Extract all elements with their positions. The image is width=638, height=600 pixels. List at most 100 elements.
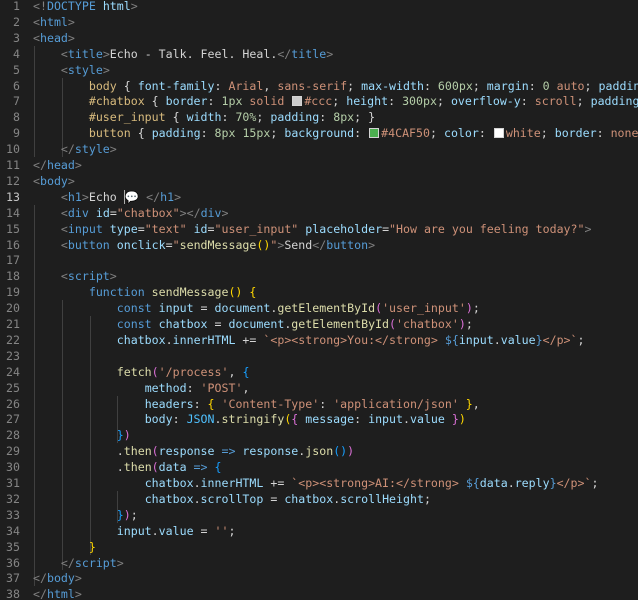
code-line[interactable]: 19 function sendMessage() { [0,284,638,300]
code-text[interactable]: body { font-family: Arial, sans-serif; m… [33,78,638,94]
code-line[interactable]: 15 <input type="text" id="user_input" pl… [0,221,638,237]
code-text[interactable]: <style> [33,62,110,78]
code-token: > [116,555,124,570]
code-text[interactable]: </body> [33,570,82,586]
code-text[interactable]: </script> [33,555,124,571]
color-swatch-icon[interactable] [292,96,303,107]
code-text[interactable]: </html> [33,586,82,600]
code-text[interactable]: .then(response => response.json()) [33,443,354,459]
code-line[interactable]: 17 [0,252,638,268]
code-text[interactable]: <script> [33,268,117,284]
code-token: ; [465,317,473,331]
code-text[interactable]: chatbox.innerHTML += `<p><strong>AI:</st… [33,475,599,491]
code-token: < [60,269,68,284]
code-text[interactable]: chatbox.innerHTML += `<p><strong>You:</s… [33,332,585,348]
code-text[interactable]: method: 'POST', [33,380,250,396]
code-line[interactable]: 18 <script> [0,268,638,284]
code-line[interactable]: 28 }) [0,427,638,443]
code-line[interactable]: 25 method: 'POST', [0,380,638,396]
code-line[interactable]: 31 chatbox.innerHTML += `<p><strong>AI:<… [0,475,638,491]
code-text[interactable]: #chatbox { border: 1px solid #ccc; heigh… [33,93,638,109]
code-token: ) [458,317,466,331]
code-line[interactable]: 14 <div id="chatbox"></div> [0,205,638,221]
code-text[interactable]: </head> [33,157,82,173]
code-text[interactable]: </style> [33,141,117,157]
code-text[interactable]: .then(data => { [33,459,222,475]
code-line[interactable]: 2 <html> [0,14,638,30]
code-text[interactable]: <title>Echo - Talk. Feel. Heal.</title> [33,46,333,62]
code-text[interactable]: headers: { 'Content-Type': 'application/… [33,396,480,412]
code-line[interactable]: 7 #chatbox { border: 1px solid #ccc; hei… [0,93,638,109]
code-text[interactable]: fetch('/process', { [33,364,250,380]
code-line[interactable]: 29 .then(response => response.json()) [0,443,638,459]
code-line[interactable]: 37 </body> [0,570,638,586]
code-text[interactable]: <h1>Echo 💬 </h1> [33,189,181,205]
code-token: div [200,205,222,220]
code-text[interactable]: body: JSON.stringify({ message: input.va… [33,411,466,427]
code-line[interactable]: 5 <style> [0,62,638,78]
code-line[interactable]: 24 fetch('/process', { [0,364,638,380]
code-token: ) [458,412,466,427]
code-text[interactable]: } [33,539,96,555]
code-line[interactable]: 12 <body> [0,173,638,189]
code-text[interactable]: button { padding: 8px 15px; background: … [33,125,638,141]
code-line[interactable]: 30 .then(data => { [0,459,638,475]
code-token: , [228,364,243,379]
code-text[interactable]: <div id="chatbox"></div> [33,205,229,221]
code-text[interactable]: const input = document.getElementById('u… [33,300,480,316]
code-line[interactable]: 33 }); [0,507,638,523]
code-text[interactable]: <!DOCTYPE html> [33,0,138,14]
code-token: } [458,396,473,411]
code-text[interactable]: const chatbox = document.getElementById(… [33,316,473,332]
code-text[interactable]: <body> [33,173,75,189]
color-swatch-icon[interactable] [369,128,380,139]
code-text[interactable]: }); [33,507,138,523]
code-line[interactable]: 35 } [0,539,638,555]
code-line[interactable]: 3 <head> [0,30,638,46]
code-line[interactable]: 13 <h1>Echo 💬 </h1> [0,188,638,205]
code-token: getElementById [291,317,390,331]
code-line[interactable]: 4 <title>Echo - Talk. Feel. Heal.</title… [0,46,638,62]
code-token: < [60,46,68,61]
code-text[interactable]: <html> [33,14,75,30]
code-line[interactable]: 34 input.value = ''; [0,523,638,539]
code-line[interactable]: 32 chatbox.scrollTop = chatbox.scrollHei… [0,491,638,507]
code-line[interactable]: 21 const chatbox = document.getElementBy… [0,316,638,332]
code-token: ( [151,460,159,475]
code-line[interactable]: 22 chatbox.innerHTML += `<p><strong>You:… [0,332,638,348]
code-line[interactable]: 27 body: JSON.stringify({ message: input… [0,411,638,427]
code-text[interactable]: input.value = ''; [33,523,236,539]
code-token: ( [151,364,159,379]
code-line[interactable]: 10 </style> [0,141,638,157]
code-token: ; [256,110,271,125]
code-line[interactable]: 1 <!DOCTYPE html> [0,0,638,14]
code-line[interactable]: 26 headers: { 'Content-Type': 'applicati… [0,396,638,412]
code-token: > [67,14,75,29]
code-editor[interactable]: 1 <!DOCTYPE html> 2 <html> 3 <head> 4 <title>E… [0,0,638,600]
code-text[interactable]: }) [33,427,131,443]
code-token: < [33,173,40,188]
code-text[interactable]: #user_input { width: 70%; padding: 8px; … [33,109,375,125]
code-line[interactable]: 8 #user_input { width: 70%; padding: 8px… [0,109,638,125]
code-token: . [493,332,501,347]
code-text[interactable]: chatbox.scrollTop = chatbox.scrollHeight… [33,491,431,507]
code-line[interactable]: 9 button { padding: 8px 15px; background… [0,125,638,141]
code-line[interactable]: 11 </head> [0,157,638,173]
code-token: function [88,285,145,300]
color-swatch-icon[interactable] [493,128,504,139]
code-line[interactable]: 20 const input = document.getElementById… [0,300,638,316]
code-line[interactable]: 38 </html> [0,586,638,600]
code-line[interactable]: 23 [0,348,638,364]
code-text[interactable]: function sendMessage() { [33,284,257,300]
code-text[interactable]: <input type="text" id="user_input" place… [33,221,592,237]
code-token: </ [312,237,327,252]
code-text[interactable]: <head> [33,30,75,46]
code-text[interactable]: <button onclick="sendMessage()">Send</bu… [33,237,375,253]
line-number: 30 [6,460,20,475]
code-line[interactable]: 6 body { font-family: Arial, sans-serif;… [0,78,638,94]
code-token: "chatbox" [116,205,180,220]
code-token: #4CAF50 [381,126,430,141]
code-line[interactable]: 36 </script> [0,555,638,571]
code-line[interactable]: 16 <button onclick="sendMessage()">Send<… [0,237,638,253]
line-number: 3 [13,30,20,45]
